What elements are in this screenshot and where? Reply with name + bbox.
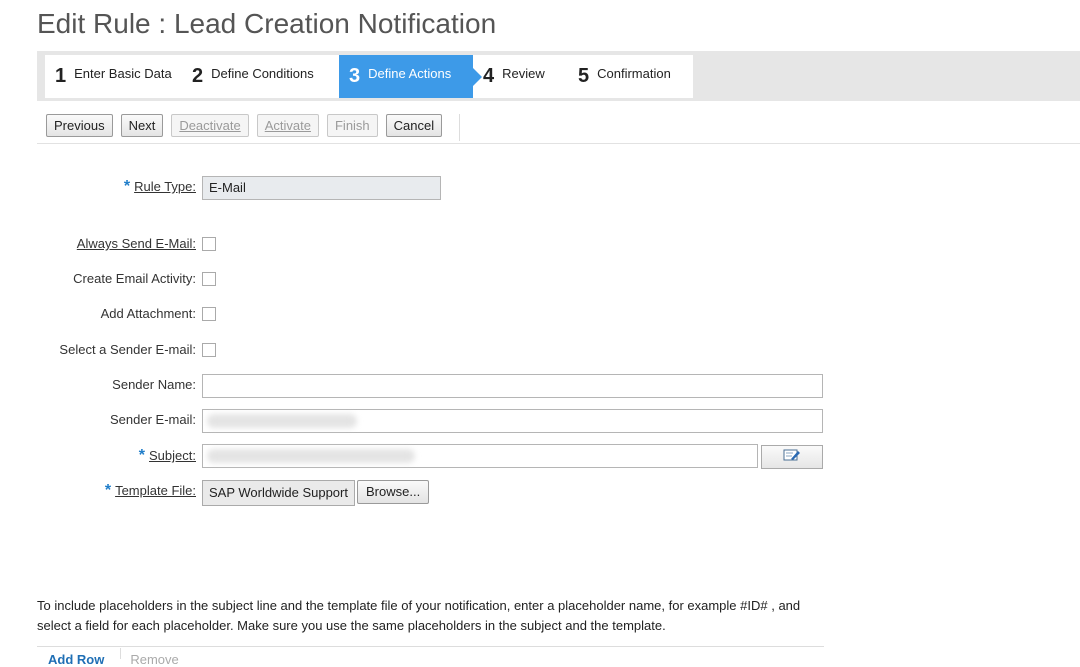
step-label: Confirmation bbox=[597, 66, 671, 81]
remove-button[interactable]: Remove bbox=[130, 652, 178, 667]
sender-name-label: Sender Name: bbox=[112, 377, 196, 392]
table-toolbar: Add Row Remove bbox=[48, 652, 179, 667]
edit-subject-button[interactable] bbox=[761, 445, 823, 469]
required-marker: * bbox=[123, 178, 131, 195]
step-number: 3 bbox=[349, 65, 361, 87]
deactivate-button[interactable]: Deactivate bbox=[171, 114, 249, 137]
previous-button[interactable]: Previous bbox=[46, 114, 113, 137]
placeholder-instructions: To include placeholders in the subject l… bbox=[37, 598, 801, 633]
sender-email-input[interactable] bbox=[202, 409, 823, 433]
redacted-text bbox=[207, 449, 415, 463]
page-title: Edit Rule : Lead Creation Notification bbox=[37, 8, 497, 39]
select-sender-checkbox[interactable] bbox=[202, 343, 216, 357]
add-attachment-label: Add Attachment: bbox=[100, 306, 196, 321]
always-send-checkbox[interactable] bbox=[202, 237, 216, 251]
select-sender-label: Select a Sender E-mail: bbox=[59, 342, 196, 357]
rule-type-label: * Rule Type: bbox=[123, 178, 196, 195]
wizard-roadmap: 1 Enter Basic Data 2 Define Conditions 3… bbox=[37, 51, 1080, 101]
wizard-step-4[interactable]: 4 Review bbox=[473, 55, 569, 98]
table-divider bbox=[37, 646, 824, 647]
wizard-step-1[interactable]: 1 Enter Basic Data bbox=[45, 55, 183, 98]
wizard-step-2[interactable]: 2 Define Conditions bbox=[182, 55, 339, 98]
section-divider bbox=[37, 143, 1080, 144]
step-number: 2 bbox=[192, 65, 204, 87]
add-row-button[interactable]: Add Row bbox=[48, 652, 104, 667]
activate-button[interactable]: Activate bbox=[256, 114, 319, 137]
next-button[interactable]: Next bbox=[120, 114, 164, 137]
step-label: Define Conditions bbox=[211, 66, 314, 81]
rule-type-field: E-Mail bbox=[202, 176, 441, 200]
step-label: Define Actions bbox=[368, 66, 452, 81]
step-number: 1 bbox=[55, 65, 67, 87]
sender-email-label: Sender E-mail: bbox=[110, 412, 196, 427]
required-marker: * bbox=[104, 482, 112, 499]
step-number: 5 bbox=[578, 65, 590, 87]
wizard-step-3[interactable]: 3 Define Actions bbox=[339, 55, 482, 98]
subject-label: * Subject: bbox=[138, 447, 196, 464]
subject-input[interactable] bbox=[202, 444, 758, 468]
wizard-step-5[interactable]: 5 Confirmation bbox=[568, 55, 693, 98]
step-label: Enter Basic Data bbox=[74, 66, 172, 81]
edit-icon bbox=[783, 448, 801, 467]
create-activity-checkbox[interactable] bbox=[202, 272, 216, 286]
cancel-button[interactable]: Cancel bbox=[385, 114, 443, 137]
required-marker: * bbox=[138, 447, 146, 464]
toolbar: Previous Next Deactivate Activate Finish… bbox=[46, 114, 443, 137]
redacted-text bbox=[207, 414, 357, 428]
browse-button[interactable]: Browse... bbox=[357, 480, 430, 504]
add-attachment-checkbox[interactable] bbox=[202, 307, 216, 321]
create-activity-label: Create Email Activity: bbox=[73, 271, 196, 286]
toolbar-divider bbox=[459, 114, 460, 141]
step-label: Review bbox=[502, 66, 545, 81]
sender-name-input[interactable] bbox=[202, 374, 823, 398]
step-number: 4 bbox=[483, 65, 495, 87]
finish-button[interactable]: Finish bbox=[326, 114, 378, 137]
template-file-label: * Template File: bbox=[104, 482, 196, 499]
template-file-field[interactable]: SAP Worldwide Support bbox=[202, 480, 355, 506]
always-send-label: Always Send E-Mail: bbox=[76, 236, 196, 251]
